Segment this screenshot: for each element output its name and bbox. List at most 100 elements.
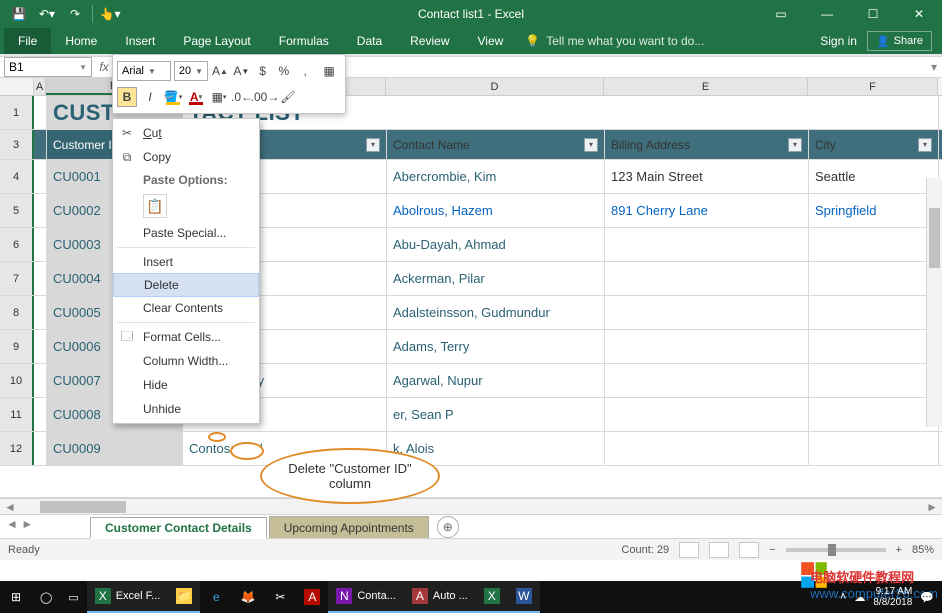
task-snip[interactable]: ✂ — [264, 581, 296, 613]
sheet-tab-active[interactable]: Customer Contact Details — [90, 517, 267, 539]
touch-mode-icon[interactable]: 👆▾ — [97, 2, 123, 26]
font-color-button[interactable]: A▾ — [186, 87, 206, 107]
menu-paste-special[interactable]: Paste Special... — [113, 221, 259, 245]
shrink-font-button[interactable]: A▼ — [232, 61, 250, 81]
start-button[interactable]: ⊞ — [0, 581, 32, 613]
col-header-f[interactable]: F — [808, 78, 938, 95]
view-page-layout-icon[interactable] — [709, 542, 729, 558]
task-ie[interactable]: e — [200, 581, 232, 613]
menu-delete[interactable]: Delete — [113, 273, 259, 297]
filter-icon[interactable]: ▾ — [584, 138, 598, 152]
header-city[interactable]: City▾ — [809, 130, 939, 159]
merge-button[interactable]: ▦ — [317, 61, 341, 81]
name-box[interactable]: B1▼ — [4, 57, 92, 77]
menu-column-width[interactable]: Column Width... — [113, 349, 259, 373]
tab-review[interactable]: Review — [396, 28, 463, 54]
select-all-corner[interactable] — [0, 78, 34, 95]
minimize-icon[interactable]: — — [804, 0, 850, 28]
tab-view[interactable]: View — [464, 28, 518, 54]
menu-insert[interactable]: Insert — [113, 250, 259, 274]
comma-button[interactable]: , — [296, 61, 314, 81]
decrease-decimal-button[interactable]: .0← — [232, 87, 252, 107]
status-bar: Ready Count: 29 − + 85% — [0, 538, 942, 560]
sheet-tab[interactable]: Upcoming Appointments — [269, 516, 429, 538]
menu-unhide[interactable]: Unhide — [113, 397, 259, 421]
vertical-scrollbar[interactable] — [926, 178, 942, 427]
row-header[interactable]: 1 — [0, 96, 34, 129]
tab-data[interactable]: Data — [343, 28, 396, 54]
callout-text: Delete "Customer ID" column — [260, 448, 440, 504]
col-header-d[interactable]: D — [386, 78, 604, 95]
save-icon[interactable]: 💾 — [6, 2, 32, 26]
redo-icon[interactable]: ↷ — [62, 2, 88, 26]
menu-hide[interactable]: Hide — [113, 373, 259, 397]
menu-clear-contents[interactable]: Clear Contents — [113, 296, 259, 320]
undo-icon[interactable]: ↶▾ — [34, 2, 60, 26]
tab-file[interactable]: File — [4, 28, 51, 54]
fill-color-button[interactable]: 🪣▾ — [163, 87, 183, 107]
increase-decimal-button[interactable]: .00→ — [255, 87, 275, 107]
task-view-icon[interactable]: ▭ — [60, 581, 86, 613]
row-header[interactable]: 3 — [0, 130, 34, 159]
task-onenote[interactable]: NConta... — [328, 581, 404, 613]
zoom-slider[interactable] — [786, 548, 886, 552]
sheet-nav[interactable]: ◄ ► — [6, 517, 33, 531]
tab-insert[interactable]: Insert — [111, 28, 169, 54]
view-normal-icon[interactable] — [679, 542, 699, 558]
task-acrobat[interactable]: A — [296, 581, 328, 613]
menu-copy[interactable]: ⧉Copy — [113, 145, 259, 169]
zoom-level[interactable]: 85% — [912, 544, 934, 556]
tray-up-icon[interactable]: ˄ — [840, 591, 846, 603]
tab-page-layout[interactable]: Page Layout — [169, 28, 264, 54]
fx-icon[interactable]: fx — [94, 60, 114, 74]
menu-cut[interactable]: ✂Cut — [113, 121, 259, 145]
task-file-explorer[interactable]: 📁 — [168, 581, 200, 613]
zoom-out-icon[interactable]: − — [769, 544, 775, 556]
task-firefox[interactable]: 🦊 — [232, 581, 264, 613]
format-painter-button[interactable]: 🖌 — [278, 87, 298, 107]
taskbar-clock[interactable]: 9:17 AM8/8/2018 — [873, 586, 912, 608]
zoom-in-icon[interactable]: + — [896, 544, 902, 556]
grow-font-button[interactable]: A▲ — [211, 61, 229, 81]
task-word[interactable]: W — [508, 581, 540, 613]
status-count: Count: 29 — [621, 544, 669, 556]
horizontal-scrollbar[interactable]: ◄ ► — [0, 498, 942, 514]
share-button[interactable]: 👤Share — [867, 31, 932, 51]
header-billing-address[interactable]: Billing Address▾ — [605, 130, 809, 159]
title-bar: 💾 ↶▾ ↷ 👆▾ Contact list1 - Excel ▭ — ☐ ✕ — [0, 0, 942, 28]
new-sheet-button[interactable]: ⊕ — [437, 516, 459, 538]
view-page-break-icon[interactable] — [739, 542, 759, 558]
sign-in-link[interactable]: Sign in — [820, 34, 857, 48]
header-contact-name[interactable]: Contact Name▾ — [387, 130, 605, 159]
tray-notifications-icon[interactable]: 💬 — [920, 591, 934, 604]
col-header-e[interactable]: E — [604, 78, 808, 95]
task-excel-2[interactable]: X — [476, 581, 508, 613]
cortana-icon[interactable]: ◯ — [32, 581, 60, 613]
paste-icon[interactable]: 📋 — [143, 194, 167, 218]
currency-button[interactable]: $ — [253, 61, 271, 81]
menu-format-cells[interactable]: 🗔Format Cells... — [113, 325, 259, 349]
cut-icon: ✂ — [119, 126, 135, 140]
borders-button[interactable]: ▦▾ — [209, 87, 229, 107]
task-access[interactable]: AAuto ... — [404, 581, 476, 613]
filter-icon[interactable]: ▾ — [366, 138, 380, 152]
filter-icon[interactable]: ▾ — [788, 138, 802, 152]
filter-icon[interactable]: ▾ — [918, 138, 932, 152]
percent-button[interactable]: % — [275, 61, 293, 81]
formula-expand-icon[interactable]: ▾ — [926, 60, 942, 74]
tell-me-search[interactable]: 💡Tell me what you want to do... — [525, 28, 704, 54]
font-family-select[interactable]: Arial▼ — [117, 61, 171, 81]
person-icon: 👤 — [876, 35, 890, 48]
close-icon[interactable]: ✕ — [896, 0, 942, 28]
col-header-a[interactable]: A — [34, 78, 46, 95]
maximize-icon[interactable]: ☐ — [850, 0, 896, 28]
task-excel[interactable]: XExcel F... — [87, 581, 169, 613]
tab-formulas[interactable]: Formulas — [265, 28, 343, 54]
bold-button[interactable]: B — [117, 87, 137, 107]
ribbon-options-icon[interactable]: ▭ — [758, 0, 804, 28]
format-icon: 🗔 — [119, 327, 135, 348]
font-size-select[interactable]: 20▼ — [174, 61, 208, 81]
tray-onedrive-icon[interactable]: ☁ — [854, 591, 865, 604]
italic-button[interactable]: I — [140, 87, 160, 107]
tab-home[interactable]: Home — [51, 28, 111, 54]
